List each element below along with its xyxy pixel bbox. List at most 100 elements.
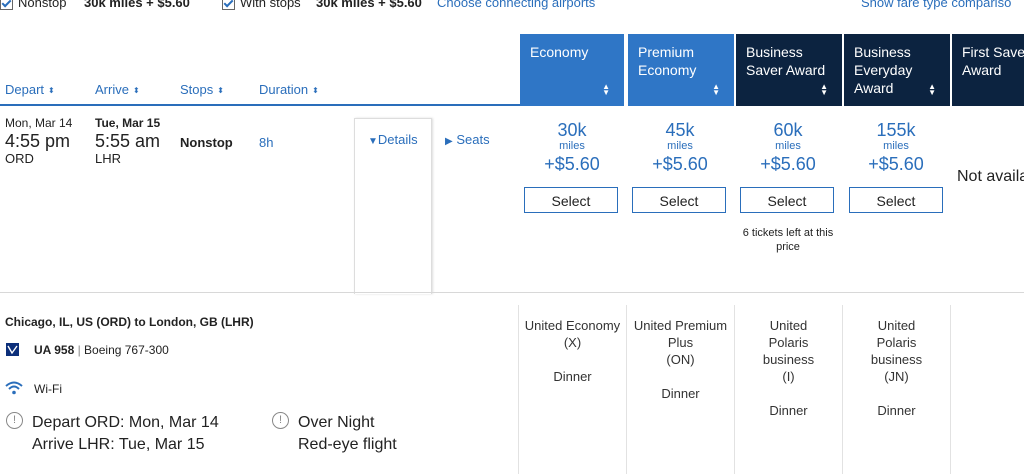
flight-info: UA 958 | Boeing 767-300 bbox=[34, 343, 169, 357]
price-cell-business-everyday: 155k miles +$5.60 bbox=[844, 120, 948, 175]
duration-value: 8h bbox=[259, 135, 274, 150]
overnight-info: Over Night Red-eye flight bbox=[298, 412, 397, 456]
cabin-code: (X) bbox=[563, 335, 582, 350]
sort-stops[interactable]: Stops ⬍ bbox=[180, 82, 224, 97]
info-icon: ! bbox=[272, 410, 289, 429]
sort-duration-label: Duration bbox=[259, 82, 309, 97]
withstops-label: With stops bbox=[240, 0, 301, 10]
cabin-premium-plus: United Premium Plus (ON) Dinner bbox=[627, 317, 734, 402]
cabin-meal: Dinner bbox=[661, 386, 700, 401]
cabin-code: (ON) bbox=[666, 352, 695, 367]
withstops-price: 30k miles + $5.60 bbox=[316, 0, 422, 10]
cabin-name: United Polaris business bbox=[762, 318, 815, 367]
depart-info: Depart ORD: Mon, Mar 14 bbox=[32, 414, 219, 431]
sort-icon: ▲ ▼ bbox=[602, 82, 610, 97]
caret-down-icon: ▼ bbox=[368, 136, 378, 147]
sort-depart[interactable]: Depart ⬍ bbox=[5, 82, 55, 97]
wifi-icon bbox=[5, 381, 23, 400]
connecting-airports-link[interactable]: Choose connecting airports bbox=[437, 0, 595, 10]
nonstop-label: Nonstop bbox=[18, 0, 67, 10]
overnight-subtitle: Red-eye flight bbox=[298, 436, 397, 453]
fee-amount: +$5.60 bbox=[868, 154, 924, 174]
sort-icon: ⬍ bbox=[132, 86, 140, 95]
sort-depart-label: Depart bbox=[5, 82, 45, 97]
fare-header-label: Business Saver Award bbox=[746, 44, 826, 78]
fare-header-first-saver[interactable]: First Saver Award bbox=[952, 34, 1024, 106]
cabin-meal: Dinner bbox=[877, 403, 916, 418]
depart-date: Mon, Mar 14 bbox=[5, 116, 73, 130]
stop-filter-row: Nonstop 30k miles + $5.60 With stops 30k… bbox=[0, 0, 1024, 13]
united-logo-icon bbox=[6, 343, 19, 356]
sort-icon: ▲ ▼ bbox=[928, 82, 936, 97]
flight-number: UA 958 bbox=[34, 343, 75, 357]
first-saver-status: Not availa bbox=[957, 168, 1024, 185]
overnight-title: Over Night bbox=[298, 414, 375, 431]
details-link[interactable]: ▼Details bbox=[368, 132, 418, 147]
sort-duration[interactable]: Duration ⬍ bbox=[259, 82, 319, 97]
select-button-business-saver[interactable]: Select bbox=[740, 187, 834, 213]
price-cell-premium-economy: 45k miles +$5.60 bbox=[628, 120, 732, 175]
cabin-name: United Premium Plus bbox=[633, 318, 728, 350]
sort-stops-label: Stops bbox=[180, 82, 214, 97]
sort-icon: ⬍ bbox=[312, 86, 319, 95]
schedule-info: Depart ORD: Mon, Mar 14 Arrive LHR: Tue,… bbox=[32, 412, 219, 456]
sort-icon: ▲ ▼ bbox=[712, 82, 720, 97]
column-divider bbox=[950, 305, 951, 474]
withstops-checkbox[interactable] bbox=[222, 0, 235, 10]
seats-link[interactable]: ▶ Seats bbox=[445, 132, 490, 147]
arrive-info: Arrive LHR: Tue, Mar 15 bbox=[32, 436, 205, 453]
cabin-code: (JN) bbox=[884, 369, 909, 384]
miles-amount: 45k bbox=[665, 120, 695, 140]
stops-value: Nonstop bbox=[180, 135, 233, 150]
fare-header-business-everyday[interactable]: Business Everyday Award ▲ ▼ bbox=[844, 34, 950, 106]
select-button-business-everyday[interactable]: Select bbox=[849, 187, 943, 213]
fare-header-label: Premium Economy bbox=[638, 44, 697, 78]
nonstop-price: 30k miles + $5.60 bbox=[84, 0, 190, 10]
header-divider bbox=[0, 104, 520, 106]
fare-header-label: Business Everyday Award bbox=[854, 44, 913, 96]
sort-icon: ⬍ bbox=[48, 86, 55, 95]
fare-header-label: First Saver Award bbox=[962, 44, 1024, 78]
price-cell-economy: 30k miles +$5.60 bbox=[520, 120, 624, 175]
aircraft-type: Boeing 767-300 bbox=[84, 343, 169, 357]
fare-type-comparison-link[interactable]: Show fare type compariso bbox=[861, 0, 1011, 10]
fare-header-business-saver[interactable]: Business Saver Award ▲ ▼ bbox=[736, 34, 842, 106]
route-text: Chicago, IL, US (ORD) to London, GB (LHR… bbox=[5, 315, 254, 329]
cabin-code: (I) bbox=[782, 369, 795, 384]
select-button-premium-economy[interactable]: Select bbox=[632, 187, 726, 213]
details-link-label: Details bbox=[377, 132, 418, 147]
sort-icon: ⬍ bbox=[217, 86, 224, 95]
select-button-economy[interactable]: Select bbox=[524, 187, 618, 213]
cabin-polaris-everyday: United Polaris business (JN) Dinner bbox=[843, 317, 950, 419]
arrive-time: 5:55 am bbox=[95, 131, 161, 151]
sort-icon: ▲ ▼ bbox=[820, 82, 828, 97]
miles-label: miles bbox=[883, 140, 909, 152]
fee-amount: +$5.60 bbox=[652, 154, 708, 174]
price-cell-business-saver: 60k miles +$5.60 bbox=[736, 120, 840, 175]
arrive-airport: LHR bbox=[95, 151, 122, 166]
seats-left-note: 6 tickets left at this price bbox=[742, 227, 834, 253]
fee-amount: +$5.60 bbox=[760, 154, 816, 174]
cabin-economy: United Economy (X) Dinner bbox=[519, 317, 626, 385]
wifi-label: Wi-Fi bbox=[34, 382, 62, 396]
cabin-polaris-saver: United Polaris business (I) Dinner bbox=[735, 317, 842, 419]
info-icon: ! bbox=[6, 410, 23, 429]
miles-label: miles bbox=[775, 140, 801, 152]
miles-label: miles bbox=[667, 140, 693, 152]
fare-header-label: Economy bbox=[530, 44, 589, 60]
row-divider bbox=[0, 292, 1024, 293]
fare-header-premium-economy[interactable]: Premium Economy ▲ ▼ bbox=[628, 34, 734, 106]
nonstop-checkbox[interactable] bbox=[0, 0, 13, 10]
miles-amount: 60k bbox=[773, 120, 803, 140]
miles-amount: 30k bbox=[557, 120, 587, 140]
depart-airport: ORD bbox=[5, 151, 34, 166]
miles-label: miles bbox=[559, 140, 585, 152]
cabin-meal: Dinner bbox=[769, 403, 808, 418]
caret-right-icon: ▶ bbox=[445, 136, 453, 147]
cabin-name: United Economy bbox=[524, 318, 621, 333]
sort-arrive[interactable]: Arrive ⬍ bbox=[95, 82, 140, 97]
cabin-meal: Dinner bbox=[553, 369, 592, 384]
seats-link-label: Seats bbox=[456, 132, 490, 147]
fare-header-economy[interactable]: Economy ▲ ▼ bbox=[520, 34, 624, 106]
depart-time: 4:55 pm bbox=[5, 131, 71, 151]
